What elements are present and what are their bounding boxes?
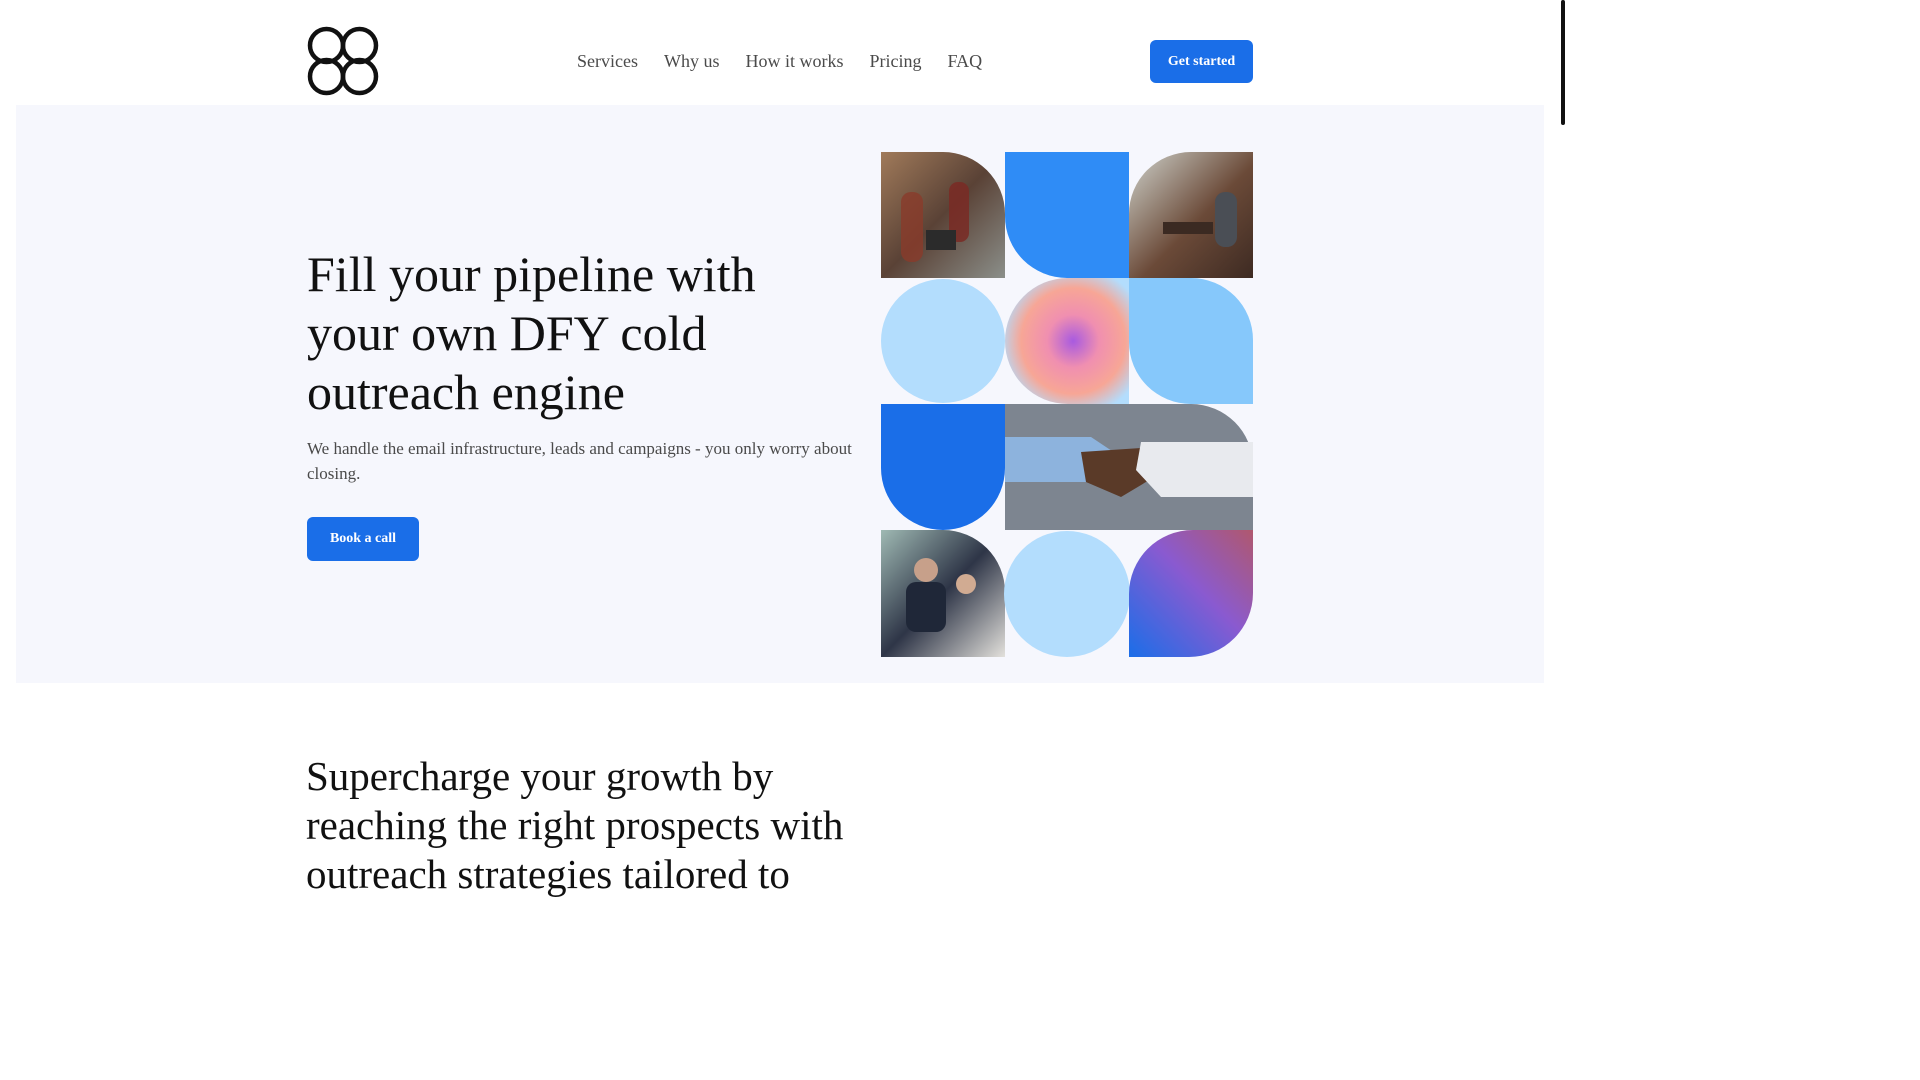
nav-faq[interactable]: FAQ	[947, 49, 982, 73]
book-a-call-button[interactable]: Book a call	[307, 517, 419, 561]
nav-why-us[interactable]: Why us	[664, 49, 720, 73]
tile-gradient-blob	[1005, 278, 1129, 404]
nav-pricing[interactable]: Pricing	[869, 49, 921, 73]
get-started-button[interactable]: Get started	[1150, 40, 1253, 83]
tile-gradient-purple-leaf	[1129, 530, 1253, 657]
four-petal-logo-icon[interactable]	[307, 26, 379, 96]
hero-title: Fill your pipeline with your own DFY col…	[307, 246, 756, 420]
tile-photo-office	[881, 152, 1005, 278]
hero-subtitle: We handle the email infrastructure, lead…	[307, 439, 852, 483]
tile-photo-handshake	[1005, 404, 1253, 530]
section-title: Supercharge your growth by reaching the …	[306, 753, 844, 897]
nav-services[interactable]: Services	[577, 49, 638, 73]
tile-blue-drop	[881, 404, 1005, 530]
tile-photo-woman-laptop	[1129, 152, 1253, 278]
tile-photo-meeting	[881, 530, 1005, 657]
hero-image-mosaic	[881, 152, 1253, 657]
tile-light-blue-circle	[881, 279, 1005, 403]
tile-light-blue-circle-2	[1004, 531, 1130, 657]
tile-light-blue-leaf	[1129, 278, 1253, 404]
page-scrollbar[interactable]	[1561, 0, 1565, 125]
nav-how-it-works[interactable]: How it works	[745, 49, 843, 73]
tile-blue-quarter	[1005, 152, 1129, 278]
main-nav: Services Why us How it works Pricing FAQ	[577, 49, 982, 73]
